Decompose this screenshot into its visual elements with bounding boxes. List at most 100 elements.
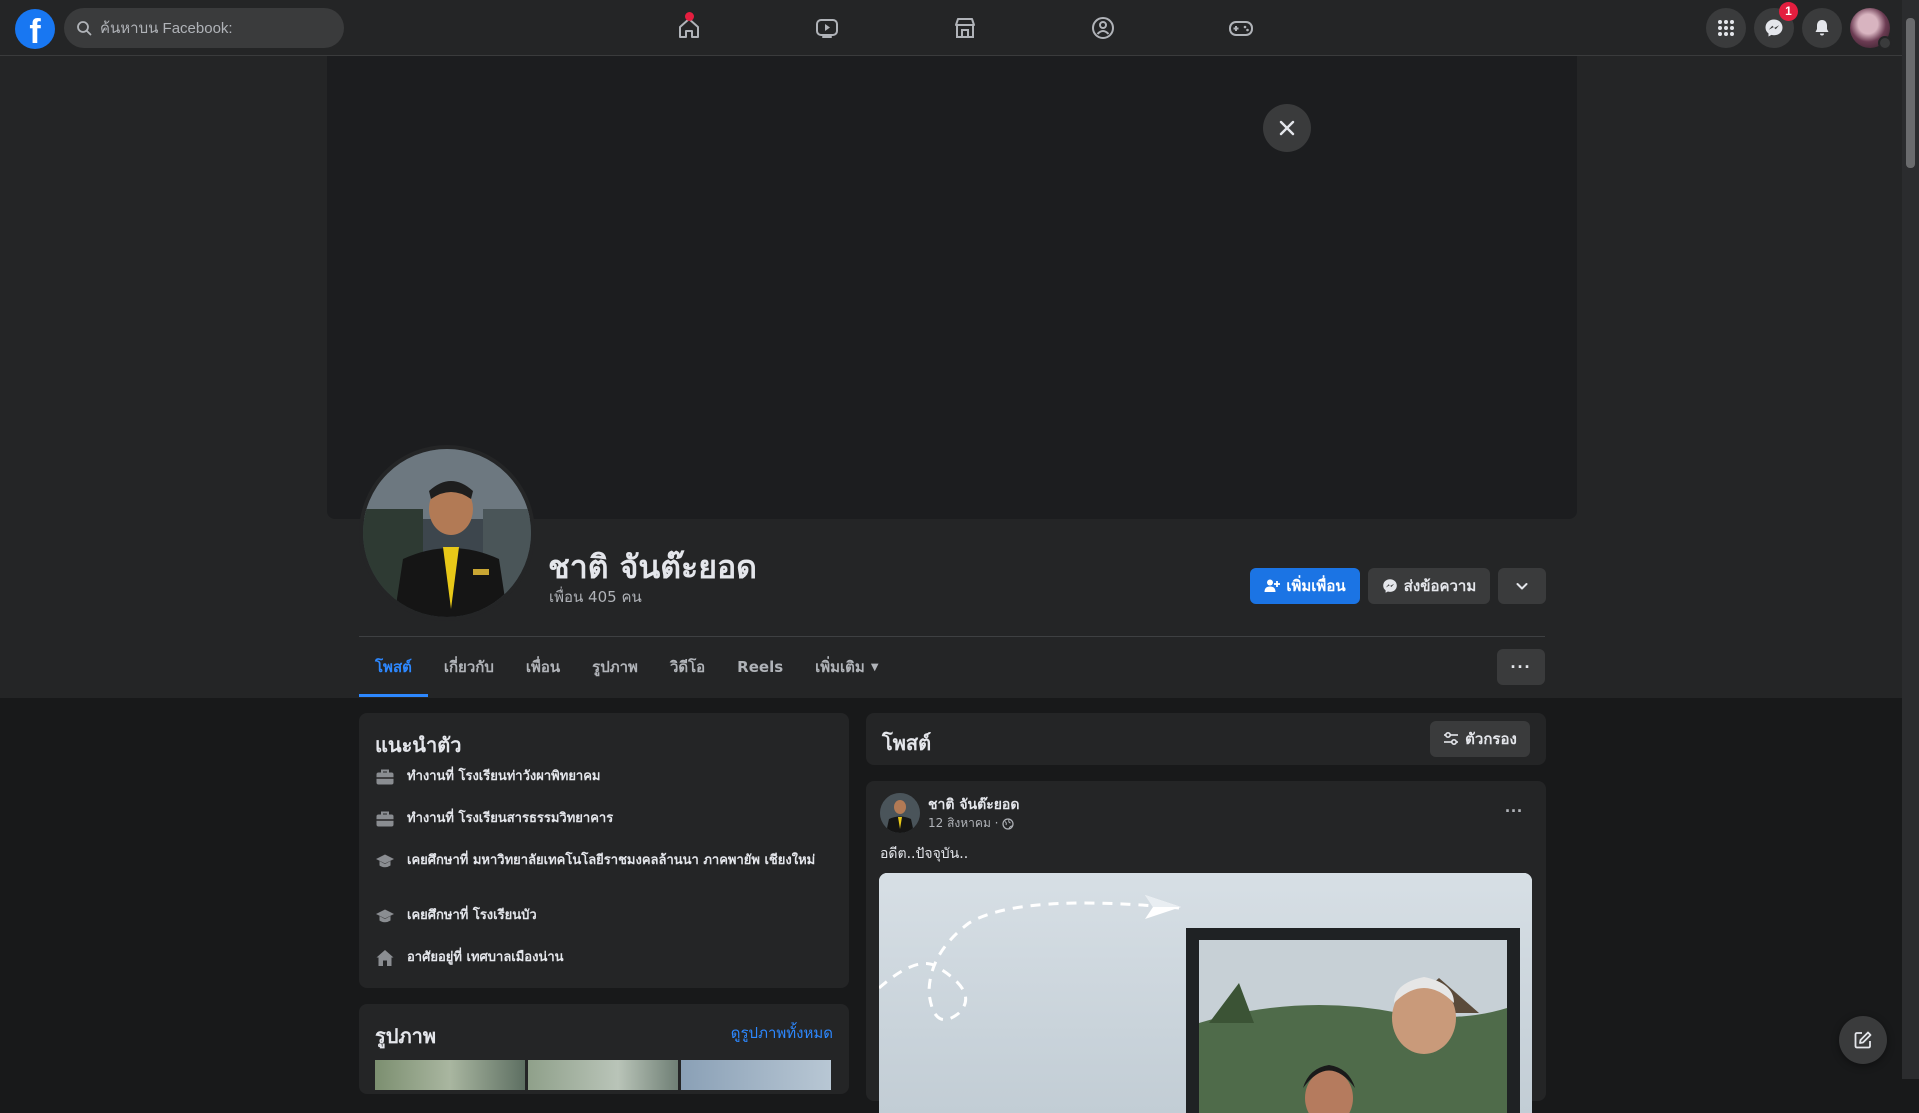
tab-reels[interactable]: Reels <box>721 637 799 697</box>
post-author-name[interactable]: ชาติ จันต๊ะยอด <box>928 794 1019 816</box>
groups-icon <box>1092 17 1114 39</box>
account-controls: 1 <box>1706 2 1892 50</box>
intro-item-work: ทำงานที่ โรงเรียนสารธรรมวิทยาคาร <box>375 809 825 829</box>
messenger-icon <box>1382 579 1397 593</box>
messenger-badge: 1 <box>1779 2 1798 21</box>
intro-card: แนะนำตัว ทำงานที่ โรงเรียนท่าวังผาพิทยาค… <box>359 713 849 988</box>
add-friend-icon <box>1264 579 1281 592</box>
house-icon <box>376 950 394 966</box>
search-icon <box>77 21 92 36</box>
avatar-image <box>880 793 920 833</box>
intro-item-work: ทำงานที่ โรงเรียนท่าวังผาพิทยาคม <box>375 767 825 787</box>
ellipsis-icon: ··· <box>1510 656 1532 677</box>
filter-button[interactable]: ตัวกรอง <box>1430 721 1530 757</box>
intro-title: แนะนำตัว <box>375 733 462 757</box>
intro-item-text: ทำงานที่ โรงเรียนท่าวังผาพิทยาคม <box>407 769 601 784</box>
tab-label: เพื่อน <box>525 658 561 676</box>
page-scrollbar[interactable] <box>1902 0 1919 1079</box>
send-message-label: ส่งข้อความ <box>1403 577 1477 595</box>
photo-thumbnail[interactable] <box>375 1060 525 1090</box>
search-input[interactable] <box>100 19 320 37</box>
ellipsis-icon: ··· <box>1505 800 1523 821</box>
profile-options-button[interactable]: ··· <box>1497 649 1545 685</box>
graduation-cap-icon <box>376 854 394 868</box>
tab-label: โพสต์ <box>375 658 412 676</box>
posts-title: โพสต์ <box>882 731 932 755</box>
marketplace-icon <box>955 18 975 38</box>
bell-icon <box>1815 20 1829 36</box>
briefcase-icon <box>376 769 394 785</box>
tab-posts[interactable]: โพสต์ <box>359 637 428 697</box>
notification-dot <box>685 12 694 21</box>
post-image-graphic <box>879 873 1532 1113</box>
chevron-down-icon <box>1878 36 1892 50</box>
facebook-logo[interactable]: f <box>15 9 55 49</box>
compose-icon <box>1854 1031 1872 1049</box>
filter-icon <box>1444 731 1459 746</box>
gaming-icon <box>1229 21 1253 36</box>
nav-home[interactable] <box>620 0 758 56</box>
close-button[interactable] <box>1263 104 1311 152</box>
cover-photo-area <box>327 56 1577 519</box>
scrollbar-thumb[interactable] <box>1906 18 1915 168</box>
intro-item-education: เคยศึกษาที่ โรงเรียนบัว <box>375 906 825 926</box>
caret-down-icon: ▼ <box>870 661 879 673</box>
nav-watch[interactable] <box>758 0 896 56</box>
watch-icon <box>816 19 838 38</box>
messenger-icon <box>1765 19 1783 37</box>
filter-label: ตัวกรอง <box>1465 730 1517 748</box>
messenger-button[interactable]: 1 <box>1754 2 1798 48</box>
see-all-photos-link[interactable]: ดูรูปภาพทั้งหมด <box>731 1021 833 1045</box>
send-message-button[interactable]: ส่งข้อความ <box>1368 568 1490 604</box>
tab-label: เกี่ยวกับ <box>443 658 494 676</box>
post-author-avatar[interactable] <box>880 793 920 833</box>
posts-header-card: โพสต์ ตัวกรอง <box>866 713 1546 765</box>
tab-label: เพิ่มเติม <box>815 658 865 676</box>
graduation-cap-icon <box>376 909 394 923</box>
intro-item-text: อาศัยอยู่ที่ เทศบาลเมืองน่าน <box>407 950 564 965</box>
tab-label: รูปภาพ <box>592 658 638 676</box>
post-meta: 12 สิงหาคม · <box>928 814 1015 833</box>
tab-friends[interactable]: เพื่อน <box>510 637 576 697</box>
nav-marketplace[interactable] <box>896 0 1034 56</box>
profile-picture[interactable] <box>359 445 535 621</box>
tab-label: Reels <box>737 658 784 676</box>
tab-more[interactable]: เพิ่มเติม ▼ <box>799 637 894 697</box>
main-nav <box>620 0 1310 56</box>
top-navigation-bar: f ค้นหาบน Facebook: 1 <box>0 0 1902 56</box>
new-message-button[interactable] <box>1839 1016 1887 1064</box>
add-friend-button[interactable]: เพิ่มเพื่อน <box>1250 568 1360 604</box>
add-friend-label: เพิ่มเพื่อน <box>1286 577 1346 595</box>
profile-tabs: โพสต์ เกี่ยวกับ เพื่อน รูปภาพ วิดีโอ Ree… <box>359 637 895 697</box>
photos-card: รูปภาพ ดูรูปภาพทั้งหมด <box>359 1004 849 1094</box>
post-card: ชาติ จันต๊ะยอด 12 สิงหาคม · ··· อดีต..ปั… <box>866 781 1546 1113</box>
intro-item-text: ทำงานที่ โรงเรียนสารธรรมวิทยาคาร <box>407 811 614 826</box>
menu-button[interactable] <box>1706 8 1746 48</box>
notifications-button[interactable] <box>1802 8 1842 48</box>
profile-photo-image <box>363 449 531 617</box>
friends-count[interactable]: เพื่อน 405 คน <box>549 585 642 609</box>
tab-about[interactable]: เกี่ยวกับ <box>428 637 510 697</box>
intro-item-text: เคยศึกษาที่ มหาวิทยาลัยเทคโนโลยีราชมงคลล… <box>407 853 816 868</box>
search-box[interactable] <box>64 8 344 48</box>
more-actions-dropdown[interactable] <box>1498 568 1546 604</box>
post-text: อดีต..ปัจจุบัน.. <box>880 846 969 862</box>
chevron-down-icon <box>1516 583 1528 590</box>
photos-title: รูปภาพ <box>375 1024 437 1048</box>
tab-videos[interactable]: วิดีโอ <box>654 637 721 697</box>
close-icon <box>1279 120 1295 136</box>
globe-icon <box>1002 817 1015 830</box>
photo-thumbnail[interactable] <box>681 1060 831 1090</box>
nav-gaming[interactable] <box>1172 0 1310 56</box>
post-date[interactable]: 12 สิงหาคม · <box>928 814 998 833</box>
post-options-button[interactable]: ··· <box>1496 793 1532 829</box>
intro-item-text: เคยศึกษาที่ โรงเรียนบัว <box>407 908 537 923</box>
intro-item-lives-in: อาศัยอยู่ที่ เทศบาลเมืองน่าน <box>375 948 825 968</box>
post-image[interactable] <box>879 873 1532 1113</box>
photo-grid <box>375 1060 831 1090</box>
nav-groups[interactable] <box>1034 0 1172 56</box>
photo-thumbnail[interactable] <box>528 1060 678 1090</box>
account-avatar[interactable] <box>1850 8 1892 50</box>
briefcase-icon <box>376 811 394 827</box>
tab-photos[interactable]: รูปภาพ <box>576 637 654 697</box>
